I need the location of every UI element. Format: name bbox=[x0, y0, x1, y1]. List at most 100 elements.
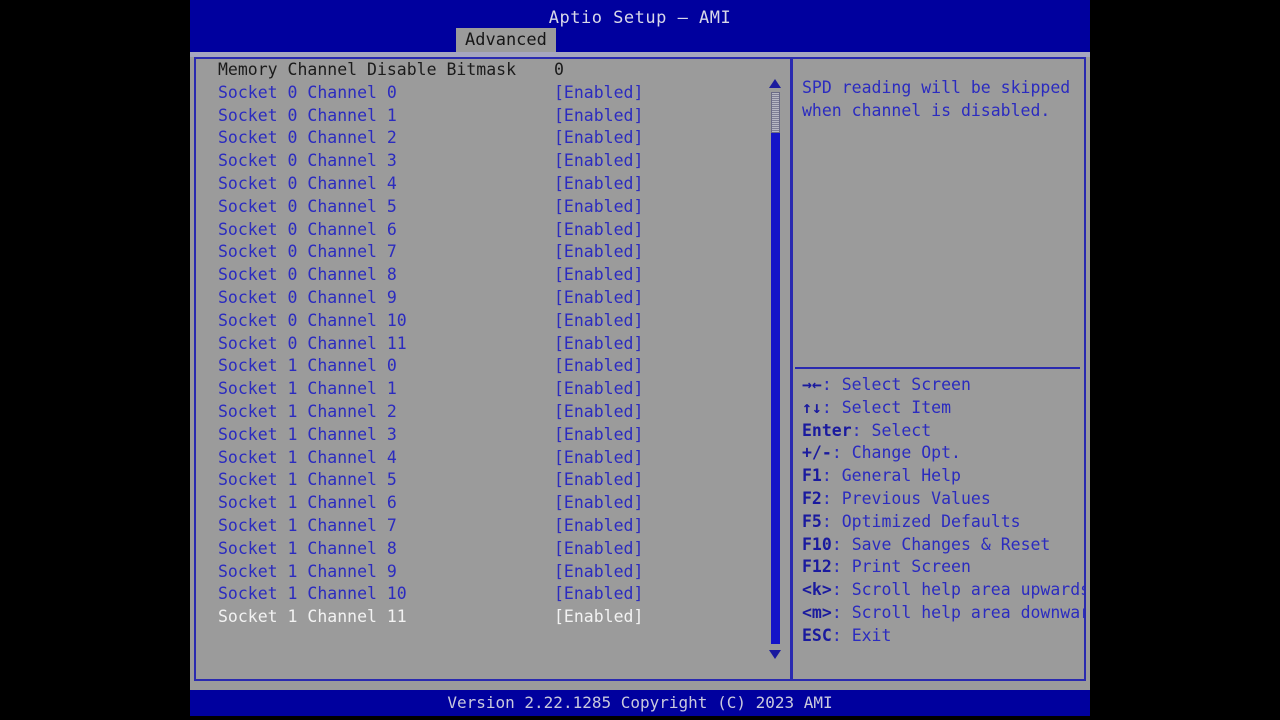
setting-row[interactable]: Socket 0 Channel 5 [Enabled] bbox=[196, 196, 766, 219]
setting-value[interactable]: [Enabled] bbox=[554, 606, 643, 629]
legend-separator: : bbox=[821, 375, 842, 394]
setting-value[interactable]: [Enabled] bbox=[554, 150, 643, 173]
legend-separator: : bbox=[821, 511, 842, 531]
setting-row-static: Memory Channel Disable Bitmask 0 bbox=[196, 59, 766, 82]
setting-value[interactable]: [Enabled] bbox=[554, 333, 643, 356]
tab-strip: Advanced bbox=[190, 28, 1090, 52]
setting-row[interactable]: Socket 1 Channel 6 [Enabled] bbox=[196, 492, 766, 515]
legend-description: Previous Values bbox=[841, 488, 991, 508]
legend-key: F10 bbox=[802, 534, 832, 554]
setting-row[interactable]: Socket 0 Channel 3 [Enabled] bbox=[196, 150, 766, 173]
setting-value[interactable]: [Enabled] bbox=[554, 561, 643, 584]
setting-value[interactable]: [Enabled] bbox=[554, 241, 643, 264]
setting-row[interactable]: Socket 0 Channel 11 [Enabled] bbox=[196, 333, 766, 356]
legend-separator: : bbox=[831, 557, 852, 577]
setting-value[interactable]: [Enabled] bbox=[554, 492, 643, 515]
setting-row[interactable]: Socket 1 Channel 0 [Enabled] bbox=[196, 355, 766, 378]
setting-row[interactable]: Socket 1 Channel 11 [Enabled] bbox=[196, 606, 766, 629]
legend-separator: : bbox=[821, 488, 842, 508]
settings-scrollbar[interactable] bbox=[767, 79, 783, 659]
setting-row[interactable]: Socket 1 Channel 10 [Enabled] bbox=[196, 583, 766, 606]
legend-description: Scroll help area downwards bbox=[851, 602, 1084, 622]
setting-value[interactable]: [Enabled] bbox=[554, 424, 643, 447]
setting-row[interactable]: Socket 1 Channel 1 [Enabled] bbox=[196, 378, 766, 401]
legend-description: Exit bbox=[851, 625, 892, 645]
setting-label: Socket 1 Channel 0 bbox=[218, 356, 397, 376]
legend-separator: : bbox=[831, 602, 852, 622]
setting-label: Socket 1 Channel 6 bbox=[218, 493, 397, 513]
setting-row[interactable]: Socket 1 Channel 5 [Enabled] bbox=[196, 469, 766, 492]
bios-screen: Aptio Setup – AMI Advanced Memory Channe… bbox=[0, 0, 1280, 720]
scroll-up-arrow-icon[interactable] bbox=[769, 79, 781, 88]
help-description: SPD reading will be skipped when channel… bbox=[802, 78, 1071, 120]
setting-label: Socket 0 Channel 3 bbox=[218, 151, 397, 171]
setting-row[interactable]: Socket 0 Channel 6 [Enabled] bbox=[196, 219, 766, 242]
setting-label: Socket 0 Channel 4 bbox=[218, 173, 397, 193]
legend-key: ↑↓ bbox=[802, 397, 822, 417]
setting-row[interactable]: Socket 1 Channel 4 [Enabled] bbox=[196, 447, 766, 470]
setting-value[interactable]: [Enabled] bbox=[554, 219, 643, 242]
legend-line: F5: Optimized Defaults bbox=[802, 511, 1084, 534]
legend-separator: : bbox=[851, 420, 872, 440]
setting-row[interactable]: Socket 1 Channel 2 [Enabled] bbox=[196, 401, 766, 424]
setting-value[interactable]: [Enabled] bbox=[554, 447, 643, 470]
setting-label: Memory Channel Disable Bitmask bbox=[218, 60, 517, 79]
setting-value[interactable]: [Enabled] bbox=[554, 515, 643, 538]
legend-description: Save Changes & Reset bbox=[851, 534, 1051, 554]
setting-value[interactable]: [Enabled] bbox=[554, 401, 643, 424]
setting-value[interactable]: [Enabled] bbox=[554, 287, 643, 310]
legend-line: <k>: Scroll help area upwards bbox=[802, 579, 1084, 602]
setting-row[interactable]: Socket 1 Channel 8 [Enabled] bbox=[196, 538, 766, 561]
setting-value[interactable]: [Enabled] bbox=[554, 583, 643, 606]
legend-description: Select Screen bbox=[841, 375, 971, 394]
setting-value[interactable]: [Enabled] bbox=[554, 355, 643, 378]
legend-key: F2 bbox=[802, 488, 822, 508]
legend-separator: : bbox=[831, 443, 852, 463]
setting-label: Socket 1 Channel 2 bbox=[218, 401, 397, 421]
setting-row[interactable]: Socket 0 Channel 4 [Enabled] bbox=[196, 173, 766, 196]
legend-key: Enter bbox=[802, 420, 852, 440]
setting-value[interactable]: [Enabled] bbox=[554, 538, 643, 561]
legend-description: Change Opt. bbox=[851, 443, 961, 463]
scrollbar-thumb[interactable] bbox=[771, 92, 780, 133]
setting-value[interactable]: [Enabled] bbox=[554, 105, 643, 128]
setting-row[interactable]: Socket 1 Channel 7 [Enabled] bbox=[196, 515, 766, 538]
setting-value[interactable]: [Enabled] bbox=[554, 264, 643, 287]
setting-value[interactable]: [Enabled] bbox=[554, 196, 643, 219]
setting-row[interactable]: Socket 1 Channel 9 [Enabled] bbox=[196, 561, 766, 584]
page-title: Aptio Setup – AMI bbox=[548, 8, 732, 28]
legend-separator: : bbox=[821, 397, 842, 417]
setting-label: Socket 1 Channel 8 bbox=[218, 538, 397, 558]
setting-row[interactable]: Socket 0 Channel 9 [Enabled] bbox=[196, 287, 766, 310]
scrollbar-track[interactable] bbox=[771, 92, 780, 644]
setting-value[interactable]: [Enabled] bbox=[554, 82, 643, 105]
bios-window: Aptio Setup – AMI Advanced Memory Channe… bbox=[190, 0, 1090, 716]
setting-label: Socket 0 Channel 6 bbox=[218, 219, 397, 239]
setting-label: Socket 0 Channel 2 bbox=[218, 128, 397, 148]
setting-row[interactable]: Socket 0 Channel 8 [Enabled] bbox=[196, 264, 766, 287]
legend-separator: : bbox=[821, 466, 842, 486]
setting-value[interactable]: [Enabled] bbox=[554, 469, 643, 492]
setting-row[interactable]: Socket 0 Channel 10 [Enabled] bbox=[196, 310, 766, 333]
setting-row[interactable]: Socket 1 Channel 3 [Enabled] bbox=[196, 424, 766, 447]
setting-value[interactable]: [Enabled] bbox=[554, 310, 643, 333]
scroll-down-arrow-icon[interactable] bbox=[769, 650, 781, 659]
legend-key: F1 bbox=[802, 466, 822, 486]
tab-advanced[interactable]: Advanced bbox=[456, 28, 556, 52]
setting-row[interactable]: Socket 0 Channel 7 [Enabled] bbox=[196, 241, 766, 264]
setting-label: Socket 1 Channel 7 bbox=[218, 515, 397, 535]
legend-line: +/-: Change Opt. bbox=[802, 442, 1084, 465]
title-bar: Aptio Setup – AMI Advanced bbox=[190, 0, 1090, 52]
setting-row[interactable]: Socket 0 Channel 1 [Enabled] bbox=[196, 105, 766, 128]
setting-value[interactable]: [Enabled] bbox=[554, 173, 643, 196]
setting-value[interactable]: [Enabled] bbox=[554, 127, 643, 150]
legend-description: General Help bbox=[841, 466, 961, 486]
legend-line: →←: Select Screen bbox=[802, 374, 1084, 397]
setting-row[interactable]: Socket 0 Channel 2 [Enabled] bbox=[196, 127, 766, 150]
setting-label: Socket 1 Channel 10 bbox=[218, 584, 407, 604]
legend-line: F10: Save Changes & Reset bbox=[802, 534, 1084, 557]
legend-description: Print Screen bbox=[851, 557, 971, 577]
legend-description: Select bbox=[871, 420, 932, 440]
setting-row[interactable]: Socket 0 Channel 0 [Enabled] bbox=[196, 82, 766, 105]
setting-value[interactable]: [Enabled] bbox=[554, 378, 643, 401]
